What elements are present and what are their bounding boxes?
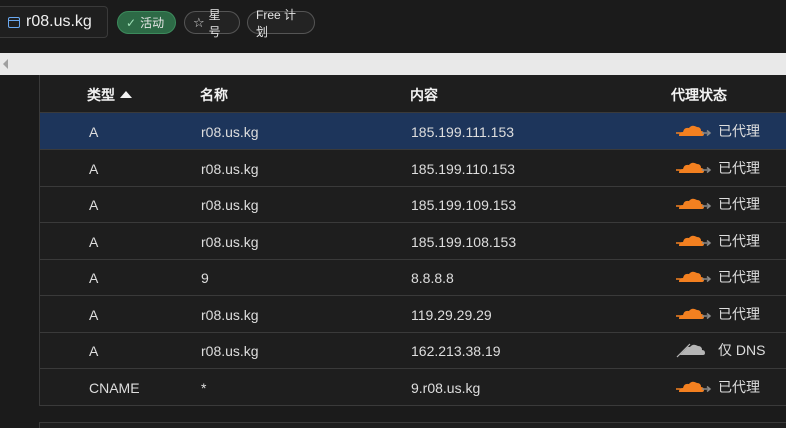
proxy-status: 仅 DNS xyxy=(676,340,765,360)
orange-cloud-icon xyxy=(676,377,712,397)
record-name: r08.us.kg xyxy=(201,160,259,177)
next-panel-edge xyxy=(39,422,786,428)
plan-badge[interactable]: Free 计划 xyxy=(247,8,315,39)
record-name: 9 xyxy=(201,270,209,286)
star-icon: ☆ xyxy=(193,14,205,30)
record-content: 9.r08.us.kg xyxy=(411,379,481,396)
domain-name: r08.us.kg xyxy=(26,13,92,30)
record-type: A xyxy=(89,160,99,177)
column-header-type[interactable]: 类型 xyxy=(87,85,132,105)
record-type: A xyxy=(89,124,99,140)
record-content: 8.8.8.8 xyxy=(411,270,454,286)
proxy-status-label: 已代理 xyxy=(718,196,760,212)
orange-cloud-icon xyxy=(676,267,712,287)
window-icon xyxy=(8,16,20,28)
table-header: 类型 名称 内容 代理状态 xyxy=(40,75,786,113)
orange-cloud-icon xyxy=(676,158,712,178)
record-name: r08.us.kg xyxy=(201,197,259,213)
plan-badge-label: Free 计划 xyxy=(256,7,297,39)
proxy-status-label: 已代理 xyxy=(718,123,760,139)
record-name: r08.us.kg xyxy=(201,306,259,323)
column-header-name[interactable]: 名称 xyxy=(200,85,228,105)
record-content: 162.213.38.19 xyxy=(411,343,501,359)
scroll-left-icon[interactable] xyxy=(3,59,8,69)
record-type: CNAME xyxy=(89,379,140,396)
proxy-status: 已代理 xyxy=(676,377,760,397)
column-header-type-label: 类型 xyxy=(87,87,115,103)
check-icon: ✓ xyxy=(126,15,137,30)
orange-cloud-icon xyxy=(676,304,712,324)
sort-ascending-icon xyxy=(120,91,132,98)
star-button-label: 星号 xyxy=(208,7,221,39)
column-header-proxy[interactable]: 代理状态 xyxy=(671,85,727,105)
proxy-status: 已代理 xyxy=(676,194,760,214)
table-row[interactable]: Ar08.us.kg 162.213.38.19 仅 DNS xyxy=(40,332,786,369)
record-type: A xyxy=(89,233,99,250)
domain-selector[interactable]: r08.us.kg xyxy=(0,6,108,38)
status-badge: ✓ 活动 xyxy=(117,11,176,34)
proxy-status-label: 仅 DNS xyxy=(718,342,766,358)
status-badge-label: 活动 xyxy=(140,16,165,30)
orange-cloud-icon xyxy=(676,231,712,251)
column-header-content[interactable]: 内容 xyxy=(410,85,438,105)
record-content: 119.29.29.29 xyxy=(411,306,492,323)
orange-cloud-icon xyxy=(676,194,712,214)
grey-cloud-icon xyxy=(676,340,712,360)
proxy-status: 已代理 xyxy=(676,158,760,178)
table-row[interactable]: Ar08.us.kg 185.199.110.153 已代理 xyxy=(40,150,786,187)
record-content: 185.199.110.153 xyxy=(411,160,516,177)
orange-cloud-icon xyxy=(676,121,712,141)
proxy-status-label: 已代理 xyxy=(718,159,760,176)
record-name: r08.us.kg xyxy=(201,124,259,140)
record-type: A xyxy=(89,343,99,359)
proxy-status: 已代理 xyxy=(676,121,760,141)
star-button[interactable]: ☆ 星号 xyxy=(184,8,240,39)
table-row[interactable]: A 9 8.8.8.8 已代理 xyxy=(40,259,786,296)
proxy-status-label: 已代理 xyxy=(718,305,760,322)
proxy-status-label: 已代理 xyxy=(718,269,760,285)
zone-header: r08.us.kg ✓ 活动 ☆ 星号 Free 计划 xyxy=(0,0,786,53)
record-name: r08.us.kg xyxy=(201,343,259,359)
table-row[interactable]: Ar08.us.kg 119.29.29.29 已代理 xyxy=(40,296,786,333)
proxy-status-label: 已代理 xyxy=(718,378,760,395)
proxy-status: 已代理 xyxy=(676,267,760,287)
record-name: r08.us.kg xyxy=(201,233,259,250)
table-row[interactable]: Ar08.us.kg 185.199.111.153 已代理 xyxy=(40,113,786,150)
dns-records-table: 类型 名称 内容 代理状态 Ar08.us.kg 185.199.111.153 已… xyxy=(39,75,786,406)
record-type: A xyxy=(89,306,99,323)
table-row[interactable]: Ar08.us.kg 185.199.108.153 已代理 xyxy=(40,223,786,260)
record-content: 185.199.109.153 xyxy=(411,197,517,213)
record-content: 185.199.111.153 xyxy=(411,124,515,140)
proxy-status: 已代理 xyxy=(676,231,760,251)
record-content: 185.199.108.153 xyxy=(411,233,517,250)
horizontal-scrollbar[interactable] xyxy=(0,53,786,75)
proxy-status-label: 已代理 xyxy=(718,232,760,249)
table-row[interactable]: CNAME * 9.r08.us.kg 已代理 xyxy=(40,369,786,406)
record-type: A xyxy=(89,197,99,213)
record-type: A xyxy=(89,270,99,286)
record-name: * xyxy=(201,379,207,396)
table-row[interactable]: Ar08.us.kg 185.199.109.153 已代理 xyxy=(40,186,786,223)
proxy-status: 已代理 xyxy=(676,304,760,324)
